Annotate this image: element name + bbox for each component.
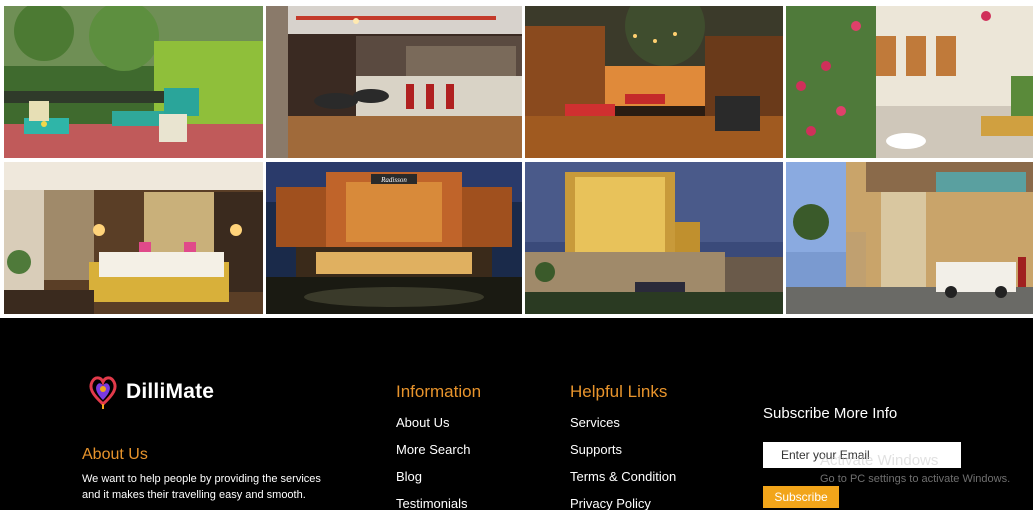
brand[interactable]: DilliMate	[88, 374, 214, 410]
heart-pin-icon	[89, 376, 117, 409]
subscribe-title: Subscribe More Info	[763, 405, 898, 422]
link-privacy-policy[interactable]: Privacy Policy	[570, 496, 676, 510]
information-links: About Us More Search Blog Testimonials	[396, 415, 470, 510]
photo-radisson-hotel-night[interactable]: Radisson	[266, 162, 522, 314]
link-terms-condition[interactable]: Terms & Condition	[570, 469, 676, 496]
photo-industrial-bar-interior[interactable]	[266, 6, 522, 158]
link-about-us[interactable]: About Us	[396, 415, 470, 442]
link-more-search[interactable]: More Search	[396, 442, 470, 469]
email-field[interactable]	[763, 442, 961, 468]
link-services[interactable]: Services	[570, 415, 676, 442]
site-footer: DilliMate About Us We want to help peopl…	[0, 318, 1033, 510]
link-supports[interactable]: Supports	[570, 442, 676, 469]
helpful-links-title: Helpful Links	[570, 382, 668, 401]
windows-activation-watermark-subtitle: Go to PC settings to activate Windows.	[820, 473, 1011, 485]
photo-elephant-pillar-entrance[interactable]	[786, 162, 1033, 314]
photo-tower-hotel-dusk[interactable]	[525, 162, 783, 314]
information-title: Information	[396, 382, 482, 401]
subscribe-button[interactable]: Subscribe	[763, 486, 839, 508]
photo-night-courtyard-restaurant[interactable]	[525, 6, 783, 158]
photo-rose-garden-patio[interactable]	[786, 6, 1033, 158]
helpful-links: Services Supports Terms & Condition Priv…	[570, 415, 676, 510]
photo-garden-terrace-cafe[interactable]	[4, 6, 263, 158]
about-text: We want to help people by providing the …	[82, 473, 321, 501]
link-testimonials[interactable]: Testimonials	[396, 496, 470, 510]
hotel-sign-text: Radisson	[380, 176, 407, 184]
photo-hotel-bedroom[interactable]	[4, 162, 263, 314]
about-title: About Us	[82, 446, 148, 463]
link-blog[interactable]: Blog	[396, 469, 470, 496]
photo-gallery: Radisson	[0, 0, 1033, 318]
brand-name: DilliMate	[126, 380, 215, 403]
